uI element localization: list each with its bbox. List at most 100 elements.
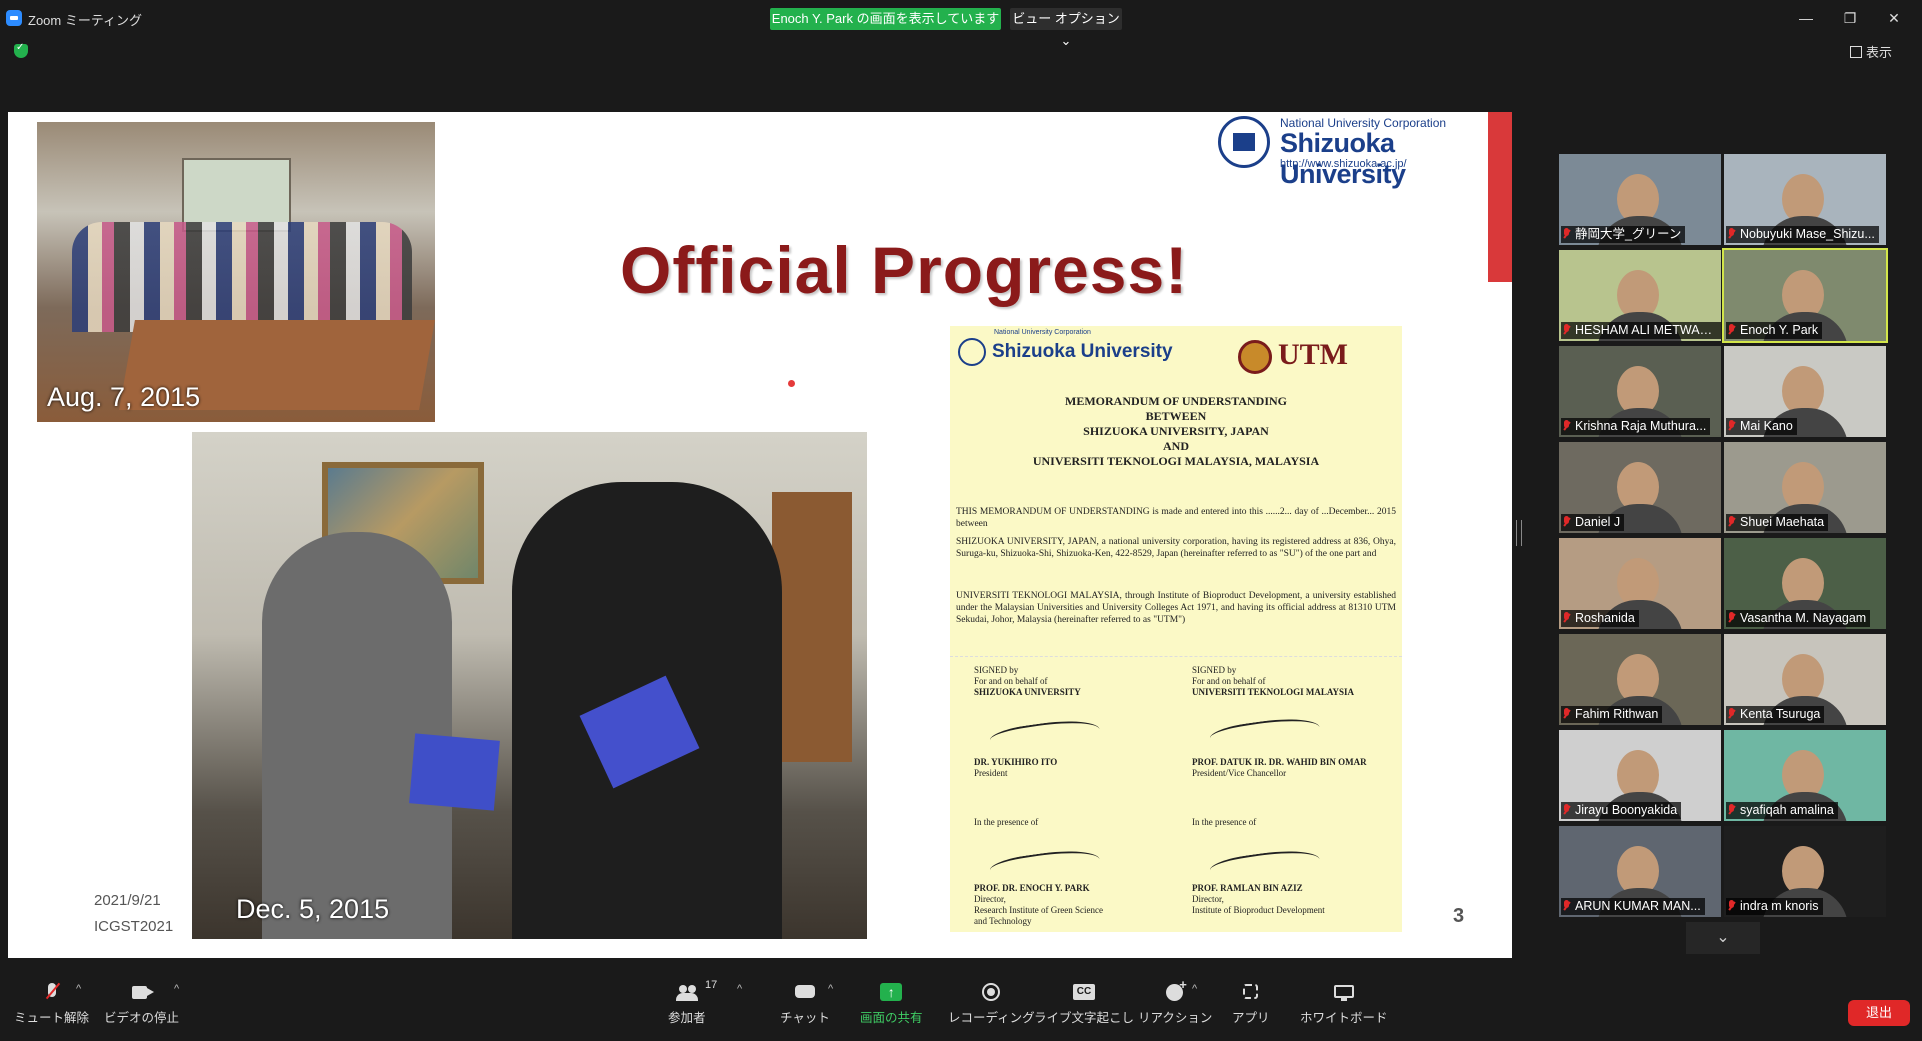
participant-nameplate: Enoch Y. Park	[1726, 322, 1823, 339]
participant-tile[interactable]: Roshanida	[1559, 538, 1721, 629]
left-witness-presence: In the presence of	[974, 817, 1039, 827]
doc-su-logo: National University Corporation Shizuoka…	[958, 329, 1173, 366]
participant-name: Mai Kano	[1740, 419, 1793, 433]
muted-mic-icon	[1563, 900, 1571, 911]
participant-tile[interactable]: 静岡大学_グリーン	[1559, 154, 1721, 245]
view-options-button[interactable]: ビュー オプション ⌄	[1010, 8, 1122, 48]
emoji-reaction-icon	[1163, 977, 1187, 1003]
signer-role: President/Vice Chancellor	[1192, 768, 1287, 778]
muted-mic-icon	[1563, 804, 1571, 815]
participant-name: Vasantha M. Nayagam	[1740, 611, 1867, 625]
zoom-logo-icon	[6, 10, 22, 26]
participant-tile[interactable]: Kenta Tsuruga	[1724, 634, 1886, 725]
maximize-button[interactable]: ❐	[1830, 8, 1870, 28]
closed-captions-icon	[1072, 983, 1096, 1003]
panel-resize-handle[interactable]	[1516, 520, 1522, 546]
participant-tile[interactable]: Vasantha M. Nayagam	[1724, 538, 1886, 629]
participant-nameplate: Nobuyuki Mase_Shizu...	[1726, 226, 1879, 243]
gallery-next-page-chevron-down-icon[interactable]: ⌄	[1686, 922, 1760, 954]
utm-emblem-icon	[1238, 340, 1272, 375]
record-button[interactable]: レコーディング	[948, 983, 1035, 1026]
participant-name: Krishna Raja Muthura...	[1575, 419, 1707, 433]
participant-nameplate: Daniel J	[1561, 514, 1625, 531]
participant-tile[interactable]: indra m knoris	[1724, 826, 1886, 917]
live-transcript-label: ライブ文字起こし	[1034, 1011, 1135, 1025]
participant-tile[interactable]: ARUN KUMAR MAN...	[1559, 826, 1721, 917]
stop-video-button[interactable]: ビデオの停止	[104, 983, 179, 1026]
share-screen-icon	[879, 983, 903, 1003]
participant-name: Kenta Tsuruga	[1740, 707, 1821, 721]
slide-scrollbar[interactable]	[1488, 112, 1512, 958]
muted-mic-icon	[1728, 420, 1736, 431]
participant-tile[interactable]: Daniel J	[1559, 442, 1721, 533]
doc-utm-name: UTM	[1278, 338, 1348, 371]
muted-mic-icon	[1563, 324, 1571, 335]
video-camera-icon	[130, 983, 154, 1003]
participant-nameplate: HESHAM ALI METWALLY ...	[1561, 322, 1721, 339]
chat-options-caret[interactable]: ^	[828, 983, 833, 995]
participant-nameplate: 静岡大学_グリーン	[1561, 226, 1686, 243]
sign-text: SIGNED by	[974, 665, 1019, 675]
record-label: レコーディング	[948, 1011, 1035, 1025]
doc-su-emblem-icon	[958, 338, 986, 366]
screen-share-banner: Enoch Y. Park の画面を表示しています	[770, 8, 1001, 30]
participant-tile[interactable]: Shuei Maehata	[1724, 442, 1886, 533]
live-transcript-button[interactable]: ライブ文字起こし	[1034, 983, 1134, 1026]
participant-name: Fahim Rithwan	[1575, 707, 1659, 721]
mou-paragraph: THIS MEMORANDUM OF UNDERSTANDING is made…	[956, 507, 1396, 529]
muted-mic-icon	[1728, 612, 1736, 623]
participant-tile[interactable]: Nobuyuki Mase_Shizu...	[1724, 154, 1886, 245]
view-toggle-button[interactable]: 表示	[1849, 42, 1892, 61]
apps-label: アプリ	[1232, 1011, 1270, 1025]
participants-label: 参加者	[668, 1011, 706, 1025]
minimize-button[interactable]: —	[1786, 8, 1826, 28]
reactions-options-caret[interactable]: ^	[1192, 983, 1197, 995]
share-screen-button[interactable]: 画面の共有	[860, 983, 923, 1026]
slide-footer-date: 2021/9/21	[94, 892, 161, 909]
whiteboard-button[interactable]: ホワイトボード	[1300, 983, 1388, 1026]
muted-mic-icon	[1563, 708, 1571, 719]
mou-heading-line: MEMORANDUM OF UNDERSTANDING	[1065, 394, 1287, 408]
participant-tile[interactable]: syafiqah amalina	[1724, 730, 1886, 821]
video-options-caret[interactable]: ^	[174, 983, 179, 995]
sign-org: SHIZUOKA UNIVERSITY	[974, 687, 1081, 697]
chat-button[interactable]: チャット	[780, 983, 830, 1026]
close-button[interactable]: ✕	[1874, 8, 1914, 28]
left-signature-block: SIGNED by For and on behalf of SHIZUOKA …	[974, 665, 1081, 698]
participants-button[interactable]: 参加者	[668, 983, 706, 1026]
record-icon	[979, 983, 1003, 1003]
muted-mic-icon	[1728, 516, 1736, 527]
whiteboard-label: ホワイトボード	[1300, 1011, 1388, 1025]
participant-tile[interactable]: Krishna Raja Muthura...	[1559, 346, 1721, 437]
participant-tile[interactable]: Mai Kano	[1724, 346, 1886, 437]
reactions-label: リアクション	[1138, 1011, 1213, 1025]
meeting-toolbar: ミュート解除 ^ ビデオの停止 ^ 参加者 17 ^ チャット ^ 画面の共有 …	[0, 973, 1922, 1041]
leave-meeting-button[interactable]: 退出	[1848, 1000, 1910, 1026]
apps-button[interactable]: アプリ	[1232, 983, 1270, 1026]
participant-tile[interactable]: Jirayu Boonyakida	[1559, 730, 1721, 821]
signer-name: DR. YUKIHIRO ITO	[974, 757, 1058, 767]
witness-role: Research Institute of Green Science	[974, 905, 1103, 915]
witness-role: Director,	[1192, 894, 1224, 904]
left-signer: DR. YUKIHIRO ITO President	[974, 757, 1057, 779]
witness-role: and Technology	[974, 916, 1032, 926]
participant-tile[interactable]: HESHAM ALI METWALLY ...	[1559, 250, 1721, 341]
slide-scroll-thumb[interactable]	[1488, 112, 1512, 282]
encryption-shield-icon[interactable]	[14, 42, 28, 58]
participant-nameplate: Jirayu Boonyakida	[1561, 802, 1682, 819]
sign-text: SIGNED by	[1192, 665, 1237, 675]
participants-options-caret[interactable]: ^	[737, 983, 742, 995]
slide-title: Official Progress!	[620, 233, 1189, 307]
participant-tile[interactable]: Enoch Y. Park	[1722, 248, 1888, 343]
stop-video-label: ビデオの停止	[104, 1011, 180, 1025]
witness-role: Director,	[974, 894, 1006, 904]
audio-options-caret[interactable]: ^	[76, 983, 81, 995]
muted-mic-icon	[1728, 804, 1736, 815]
participant-tile[interactable]: Fahim Rithwan	[1559, 634, 1721, 725]
reactions-button[interactable]: リアクション	[1138, 977, 1213, 1026]
participant-nameplate: ARUN KUMAR MAN...	[1561, 898, 1705, 915]
sign-org: UNIVERSITI TEKNOLOGI MALAYSIA	[1192, 687, 1355, 697]
doc-utm-logo: UTM	[1238, 338, 1348, 375]
participant-name: syafiqah amalina	[1740, 803, 1834, 817]
witness-name: PROF. DR. ENOCH Y. PARK	[974, 883, 1090, 893]
